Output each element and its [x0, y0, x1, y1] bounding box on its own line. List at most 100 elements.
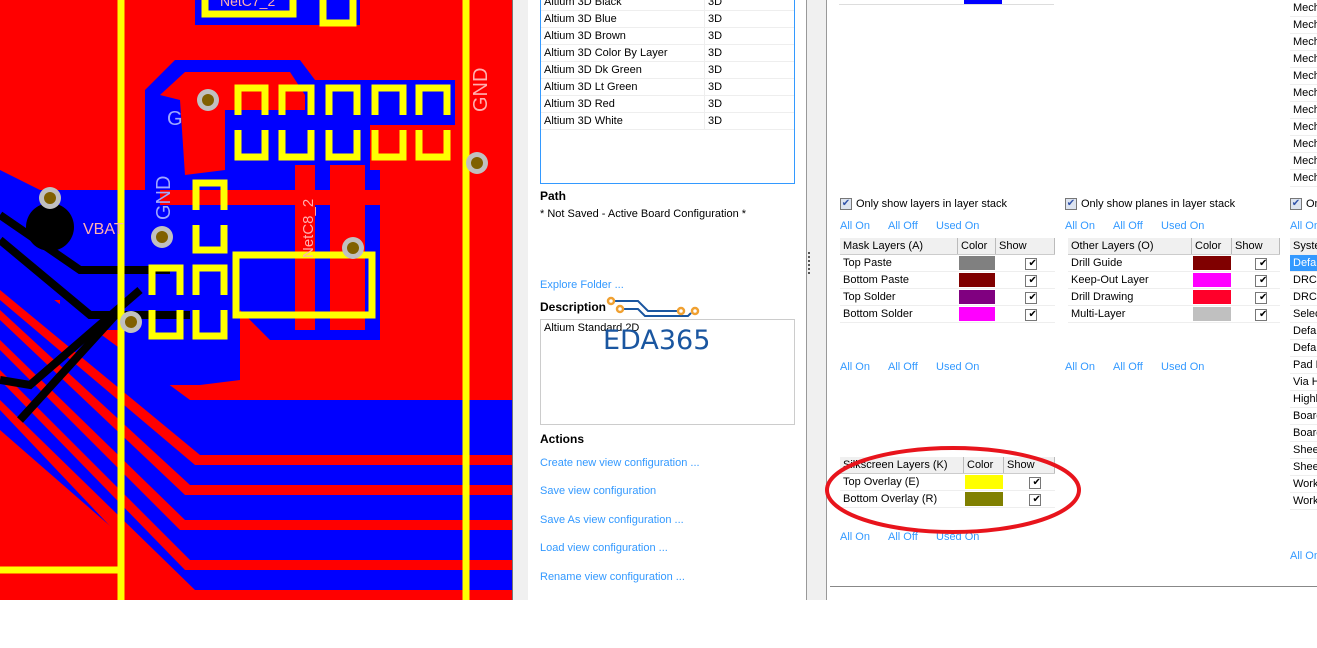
config-type: 3D: [708, 81, 723, 93]
column-header[interactable]: Color: [1192, 238, 1232, 254]
config-type: 3D: [708, 115, 723, 127]
system-color-row[interactable]: Work: [1290, 493, 1317, 510]
show-checkbox[interactable]: ✔: [1255, 292, 1267, 304]
layer-color-swatch[interactable]: [958, 255, 996, 271]
config-list-row[interactable]: Altium 3D Brown 3D: [541, 28, 794, 45]
view-config-list[interactable]: Altium 3D Black 3D Altium 3D Blue 3D Altium …: [540, 0, 795, 184]
layer-color-swatch[interactable]: [958, 306, 996, 322]
config-list-row[interactable]: Altium 3D Dk Green 3D: [541, 62, 794, 79]
show-cell: ✔: [996, 255, 1055, 271]
layer-color-swatch[interactable]: [1192, 289, 1232, 305]
system-color-row[interactable]: Defa: [1290, 255, 1317, 272]
system-color-row[interactable]: Defa: [1290, 340, 1317, 357]
show-checkbox[interactable]: ✔: [1255, 275, 1267, 287]
system-colors-list: Syste DefaDRCDRCSelecDefaDefaPad HVia HH…: [1290, 238, 1317, 510]
all-on-link[interactable]: All On: [840, 361, 870, 373]
column-header[interactable]: Show: [996, 238, 1055, 254]
layer-row: Drill Guide ✔: [1068, 255, 1280, 272]
used-on-link[interactable]: Used On: [1161, 220, 1204, 232]
all-on-link[interactable]: All On: [840, 220, 870, 232]
system-color-row[interactable]: DRC: [1290, 289, 1317, 306]
mechanical-layers-list: MechMechMechMechMechMechMechMechMechMech…: [1290, 0, 1317, 187]
system-color-row[interactable]: Shee: [1290, 459, 1317, 476]
system-color-row[interactable]: Defa: [1290, 323, 1317, 340]
view-config-panel: Altium 3D Black 3D Altium 3D Blue 3D Altium …: [528, 0, 806, 600]
all-on-link[interactable]: All On: [1065, 361, 1095, 373]
show-checkbox[interactable]: ✔: [1024, 309, 1037, 321]
column-header[interactable]: Mask Layers (A): [840, 238, 958, 254]
pcb-canvas[interactable]: NetC7_2 VBAT GND NetC8_2 GND G: [0, 0, 512, 600]
used-on-link[interactable]: Used On: [936, 361, 979, 373]
all-off-link[interactable]: All Off: [1113, 361, 1143, 373]
mechanical-layer-row[interactable]: Mech: [1290, 153, 1317, 170]
config-list-row[interactable]: Altium 3D Red 3D: [541, 96, 794, 113]
mechanical-layer-row[interactable]: Mech: [1290, 68, 1317, 85]
all-off-link[interactable]: All Off: [888, 220, 918, 232]
config-name: Altium 3D White: [541, 113, 705, 129]
mechanical-layer-row[interactable]: Mech: [1290, 0, 1317, 17]
rename-config-link[interactable]: Rename view configuration ...: [540, 571, 685, 583]
partial-color-swatch[interactable]: [964, 0, 1002, 4]
show-checkbox[interactable]: ✔: [1024, 258, 1037, 270]
layer-color-swatch[interactable]: [958, 289, 996, 305]
system-color-row[interactable]: Pad H: [1290, 357, 1317, 374]
system-stack-checkbox[interactable]: ✔On: [1290, 198, 1317, 210]
splitter-grip[interactable]: [808, 252, 811, 274]
explore-folder-link[interactable]: Explore Folder ...: [540, 279, 624, 291]
save-as-config-link[interactable]: Save As view configuration ...: [540, 514, 684, 526]
system-color-row[interactable]: Shee: [1290, 442, 1317, 459]
system-color-row[interactable]: Board: [1290, 425, 1317, 442]
layer-color-swatch[interactable]: [958, 272, 996, 288]
used-on-link[interactable]: Used On: [936, 220, 979, 232]
show-checkbox[interactable]: ✔: [1024, 275, 1037, 287]
pcb-scrollbar[interactable]: [512, 0, 528, 600]
layer-row: Top Solder ✔: [840, 289, 1055, 306]
other-stack-checkbox[interactable]: ✔ Only show planes in layer stack: [1065, 198, 1235, 210]
config-list-row[interactable]: Altium 3D Lt Green 3D: [541, 79, 794, 96]
all-off-link[interactable]: All Off: [1113, 220, 1143, 232]
other-stack-label: Only show planes in layer stack: [1081, 198, 1236, 210]
layer-color-swatch[interactable]: [1192, 306, 1232, 322]
config-list-row[interactable]: Altium 3D White 3D: [541, 113, 794, 130]
system-all-on-link[interactable]: All On: [1290, 550, 1317, 562]
all-off-link[interactable]: All Off: [888, 361, 918, 373]
create-config-link[interactable]: Create new view configuration ...: [540, 457, 700, 469]
load-config-link[interactable]: Load view configuration ...: [540, 542, 668, 554]
layer-color-swatch[interactable]: [1192, 255, 1232, 271]
config-type: 3D: [708, 64, 723, 76]
column-header[interactable]: Color: [958, 238, 996, 254]
system-color-row[interactable]: Board: [1290, 408, 1317, 425]
show-checkbox[interactable]: ✔: [1024, 292, 1037, 304]
mechanical-layer-row[interactable]: Mech: [1290, 102, 1317, 119]
config-list-row[interactable]: Altium 3D Black 3D: [541, 0, 794, 11]
system-all-on-top-link[interactable]: All On: [1290, 220, 1317, 232]
used-on-link[interactable]: Used On: [1161, 361, 1204, 373]
mechanical-layer-row[interactable]: Mech: [1290, 17, 1317, 34]
table-header: Other Layers (O) Color Show: [1068, 238, 1280, 255]
system-color-row[interactable]: Work: [1290, 476, 1317, 493]
system-header: Syste: [1290, 238, 1317, 255]
mechanical-layer-row[interactable]: Mech: [1290, 51, 1317, 68]
mechanical-layer-row[interactable]: Mech: [1290, 34, 1317, 51]
mechanical-layer-row[interactable]: Mech: [1290, 119, 1317, 136]
layer-color-swatch[interactable]: [1192, 272, 1232, 288]
config-list-row[interactable]: Altium 3D Blue 3D: [541, 11, 794, 28]
show-checkbox[interactable]: ✔: [1255, 309, 1267, 321]
system-color-row[interactable]: Via H: [1290, 374, 1317, 391]
mechanical-layer-row[interactable]: Mech: [1290, 136, 1317, 153]
system-color-row[interactable]: Highl: [1290, 391, 1317, 408]
config-list-row[interactable]: Altium 3D Color By Layer 3D: [541, 45, 794, 62]
column-header[interactable]: Other Layers (O): [1068, 238, 1192, 254]
mask-stack-checkbox[interactable]: ✔ Only show layers in layer stack: [840, 198, 1007, 210]
system-color-row[interactable]: DRC: [1290, 272, 1317, 289]
all-on-link[interactable]: All On: [1065, 220, 1095, 232]
mechanical-layer-row[interactable]: Mech: [1290, 170, 1317, 187]
show-checkbox[interactable]: ✔: [1255, 258, 1267, 270]
net-label-gnd-left: GND: [153, 176, 175, 220]
save-config-link[interactable]: Save view configuration: [540, 485, 656, 497]
config-type: 3D: [708, 30, 723, 42]
system-color-row[interactable]: Selec: [1290, 306, 1317, 323]
column-header[interactable]: Show: [1232, 238, 1280, 254]
mechanical-layer-row[interactable]: Mech: [1290, 85, 1317, 102]
show-cell: ✔: [1232, 306, 1280, 322]
